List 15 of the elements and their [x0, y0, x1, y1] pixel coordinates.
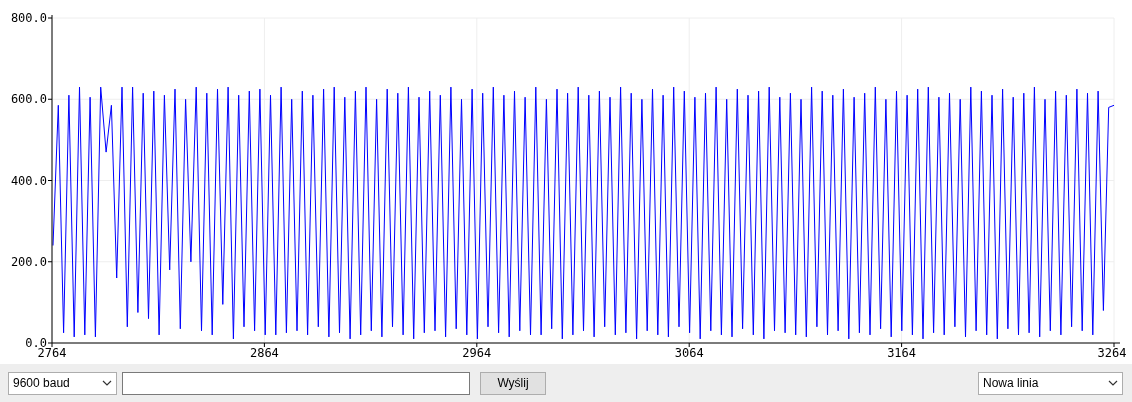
y-tick-label: 400.0 [10, 173, 47, 188]
y-tick-label: 200.0 [10, 254, 47, 269]
baud-select[interactable]: 9600 baud [8, 371, 117, 395]
y-tick-label: 800.0 [10, 11, 47, 25]
x-tick-label: 2964 [462, 346, 492, 360]
x-tick-label: 3164 [887, 346, 917, 360]
send-button[interactable]: Wyślij [480, 371, 546, 395]
x-tick-label: 3064 [674, 346, 704, 360]
x-tick-label: 3264 [1097, 346, 1127, 360]
message-input[interactable] [122, 371, 470, 395]
chevron-down-icon [102, 380, 112, 386]
chevron-down-icon [1108, 380, 1118, 386]
x-tick-label: 2864 [249, 346, 279, 360]
y-tick-label: 600.0 [10, 92, 47, 107]
line-ending-select[interactable]: Nowa linia [978, 371, 1123, 395]
